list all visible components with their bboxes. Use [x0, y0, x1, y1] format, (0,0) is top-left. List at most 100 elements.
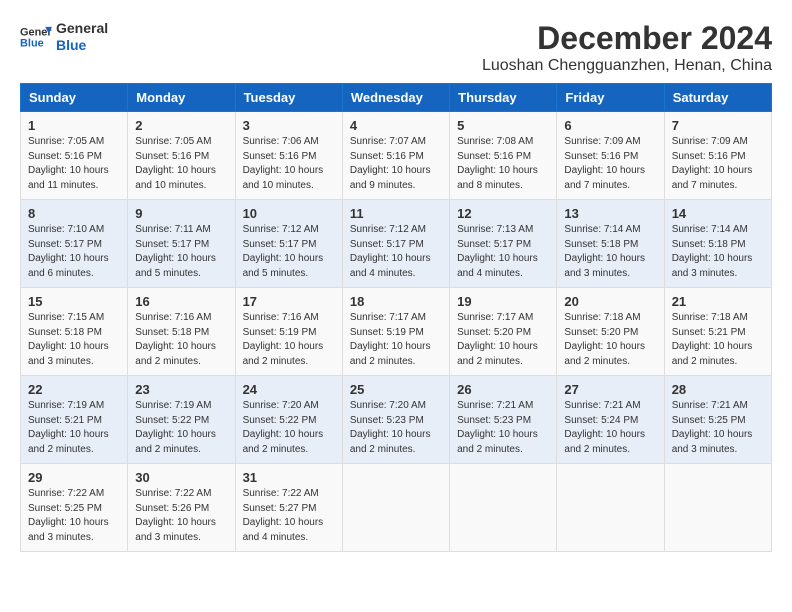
calendar-cell: 10 Sunrise: 7:12 AMSunset: 5:17 PMDayligh…	[235, 200, 342, 288]
day-info: Sunrise: 7:12 AMSunset: 5:17 PMDaylight:…	[350, 223, 442, 281]
day-number: 6	[564, 118, 656, 133]
calendar-cell	[342, 464, 449, 552]
day-info: Sunrise: 7:14 AMSunset: 5:18 PMDaylight:…	[672, 223, 764, 281]
day-info: Sunrise: 7:11 AMSunset: 5:17 PMDaylight:…	[135, 223, 227, 281]
day-number: 3	[243, 118, 335, 133]
day-info: Sunrise: 7:12 AMSunset: 5:17 PMDaylight:…	[243, 223, 335, 281]
day-info: Sunrise: 7:21 AMSunset: 5:23 PMDaylight:…	[457, 399, 549, 457]
day-number: 18	[350, 294, 442, 309]
day-info: Sunrise: 7:22 AMSunset: 5:25 PMDaylight:…	[28, 487, 120, 545]
day-info: Sunrise: 7:20 AMSunset: 5:23 PMDaylight:…	[350, 399, 442, 457]
calendar-cell	[664, 464, 771, 552]
day-number: 2	[135, 118, 227, 133]
day-number: 13	[564, 206, 656, 221]
day-number: 4	[350, 118, 442, 133]
day-number: 26	[457, 382, 549, 397]
day-info: Sunrise: 7:16 AMSunset: 5:19 PMDaylight:…	[243, 311, 335, 369]
day-info: Sunrise: 7:09 AMSunset: 5:16 PMDaylight:…	[672, 135, 764, 193]
day-number: 1	[28, 118, 120, 133]
calendar-row-2: 8 Sunrise: 7:10 AMSunset: 5:17 PMDaylight…	[21, 200, 772, 288]
day-number: 17	[243, 294, 335, 309]
day-number: 19	[457, 294, 549, 309]
day-info: Sunrise: 7:08 AMSunset: 5:16 PMDaylight:…	[457, 135, 549, 193]
calendar-cell: 24 Sunrise: 7:20 AMSunset: 5:22 PMDayligh…	[235, 376, 342, 464]
calendar-row-1: 1 Sunrise: 7:05 AMSunset: 5:16 PMDaylight…	[21, 112, 772, 200]
day-info: Sunrise: 7:09 AMSunset: 5:16 PMDaylight:…	[564, 135, 656, 193]
calendar-cell: 17 Sunrise: 7:16 AMSunset: 5:19 PMDayligh…	[235, 288, 342, 376]
calendar-row-3: 15 Sunrise: 7:15 AMSunset: 5:18 PMDayligh…	[21, 288, 772, 376]
calendar-cell: 16Sunrise: 7:16 AMSunset: 5:18 PMDayligh…	[128, 288, 235, 376]
day-info: Sunrise: 7:17 AMSunset: 5:20 PMDaylight:…	[457, 311, 549, 369]
day-number: 23	[135, 382, 227, 397]
page-header: General Blue General Blue December 2024 …	[20, 20, 772, 75]
weekday-header-wednesday: Wednesday	[342, 84, 449, 112]
day-number: 20	[564, 294, 656, 309]
calendar-cell: 13Sunrise: 7:14 AMSunset: 5:18 PMDayligh…	[557, 200, 664, 288]
day-number: 31	[243, 470, 335, 485]
calendar-row-5: 29 Sunrise: 7:22 AMSunset: 5:25 PMDayligh…	[21, 464, 772, 552]
logo-line1: General	[56, 20, 108, 37]
day-info: Sunrise: 7:22 AMSunset: 5:26 PMDaylight:…	[135, 487, 227, 545]
calendar-cell: 9 Sunrise: 7:11 AMSunset: 5:17 PMDaylight…	[128, 200, 235, 288]
day-number: 9	[135, 206, 227, 221]
calendar-cell: 6 Sunrise: 7:09 AMSunset: 5:16 PMDaylight…	[557, 112, 664, 200]
day-number: 27	[564, 382, 656, 397]
calendar-cell: 1 Sunrise: 7:05 AMSunset: 5:16 PMDaylight…	[21, 112, 128, 200]
calendar-cell: 29 Sunrise: 7:22 AMSunset: 5:25 PMDayligh…	[21, 464, 128, 552]
calendar-cell: 22Sunrise: 7:19 AMSunset: 5:21 PMDayligh…	[21, 376, 128, 464]
day-number: 10	[243, 206, 335, 221]
svg-text:Blue: Blue	[20, 37, 44, 49]
day-number: 29	[28, 470, 120, 485]
day-number: 21	[672, 294, 764, 309]
calendar-cell	[450, 464, 557, 552]
calendar-cell: 7Sunrise: 7:09 AMSunset: 5:16 PMDaylight…	[664, 112, 771, 200]
day-info: Sunrise: 7:19 AMSunset: 5:22 PMDaylight:…	[135, 399, 227, 457]
weekday-header-row: SundayMondayTuesdayWednesdayThursdayFrid…	[21, 84, 772, 112]
calendar-cell: 18Sunrise: 7:17 AMSunset: 5:19 PMDayligh…	[342, 288, 449, 376]
weekday-header-friday: Friday	[557, 84, 664, 112]
day-number: 8	[28, 206, 120, 221]
day-info: Sunrise: 7:13 AMSunset: 5:17 PMDaylight:…	[457, 223, 549, 281]
day-number: 16	[135, 294, 227, 309]
day-info: Sunrise: 7:06 AMSunset: 5:16 PMDaylight:…	[243, 135, 335, 193]
calendar-row-4: 22Sunrise: 7:19 AMSunset: 5:21 PMDayligh…	[21, 376, 772, 464]
calendar-cell: 19 Sunrise: 7:17 AMSunset: 5:20 PMDayligh…	[450, 288, 557, 376]
logo: General Blue General Blue	[20, 20, 108, 54]
title-block: December 2024 Luoshan Chengguanzhen, Hen…	[482, 20, 772, 75]
calendar-cell: 4Sunrise: 7:07 AMSunset: 5:16 PMDaylight…	[342, 112, 449, 200]
calendar-cell: 26 Sunrise: 7:21 AMSunset: 5:23 PMDayligh…	[450, 376, 557, 464]
logo-line2: Blue	[56, 37, 108, 54]
weekday-header-tuesday: Tuesday	[235, 84, 342, 112]
calendar-cell: 11Sunrise: 7:12 AMSunset: 5:17 PMDayligh…	[342, 200, 449, 288]
weekday-header-saturday: Saturday	[664, 84, 771, 112]
day-number: 25	[350, 382, 442, 397]
calendar-cell	[557, 464, 664, 552]
day-info: Sunrise: 7:05 AMSunset: 5:16 PMDaylight:…	[28, 135, 120, 193]
calendar-cell: 25 Sunrise: 7:20 AMSunset: 5:23 PMDayligh…	[342, 376, 449, 464]
day-number: 14	[672, 206, 764, 221]
calendar-cell: 12 Sunrise: 7:13 AMSunset: 5:17 PMDayligh…	[450, 200, 557, 288]
day-number: 5	[457, 118, 549, 133]
calendar-cell: 3 Sunrise: 7:06 AMSunset: 5:16 PMDaylight…	[235, 112, 342, 200]
day-number: 12	[457, 206, 549, 221]
calendar-cell: 15 Sunrise: 7:15 AMSunset: 5:18 PMDayligh…	[21, 288, 128, 376]
calendar-cell: 5 Sunrise: 7:08 AMSunset: 5:16 PMDaylight…	[450, 112, 557, 200]
calendar-cell: 14 Sunrise: 7:14 AMSunset: 5:18 PMDayligh…	[664, 200, 771, 288]
calendar-cell: 8 Sunrise: 7:10 AMSunset: 5:17 PMDaylight…	[21, 200, 128, 288]
calendar-cell: 20Sunrise: 7:18 AMSunset: 5:20 PMDayligh…	[557, 288, 664, 376]
day-info: Sunrise: 7:10 AMSunset: 5:17 PMDaylight:…	[28, 223, 120, 281]
day-info: Sunrise: 7:20 AMSunset: 5:22 PMDaylight:…	[243, 399, 335, 457]
calendar-cell: 2 Sunrise: 7:05 AMSunset: 5:16 PMDaylight…	[128, 112, 235, 200]
weekday-header-sunday: Sunday	[21, 84, 128, 112]
day-info: Sunrise: 7:21 AMSunset: 5:25 PMDaylight:…	[672, 399, 764, 457]
calendar-cell: 27Sunrise: 7:21 AMSunset: 5:24 PMDayligh…	[557, 376, 664, 464]
day-number: 28	[672, 382, 764, 397]
day-info: Sunrise: 7:05 AMSunset: 5:16 PMDaylight:…	[135, 135, 227, 193]
calendar-cell: 21Sunrise: 7:18 AMSunset: 5:21 PMDayligh…	[664, 288, 771, 376]
day-number: 24	[243, 382, 335, 397]
calendar-cell: 30Sunrise: 7:22 AMSunset: 5:26 PMDayligh…	[128, 464, 235, 552]
day-number: 15	[28, 294, 120, 309]
weekday-header-monday: Monday	[128, 84, 235, 112]
day-info: Sunrise: 7:15 AMSunset: 5:18 PMDaylight:…	[28, 311, 120, 369]
page-title: December 2024	[482, 20, 772, 57]
